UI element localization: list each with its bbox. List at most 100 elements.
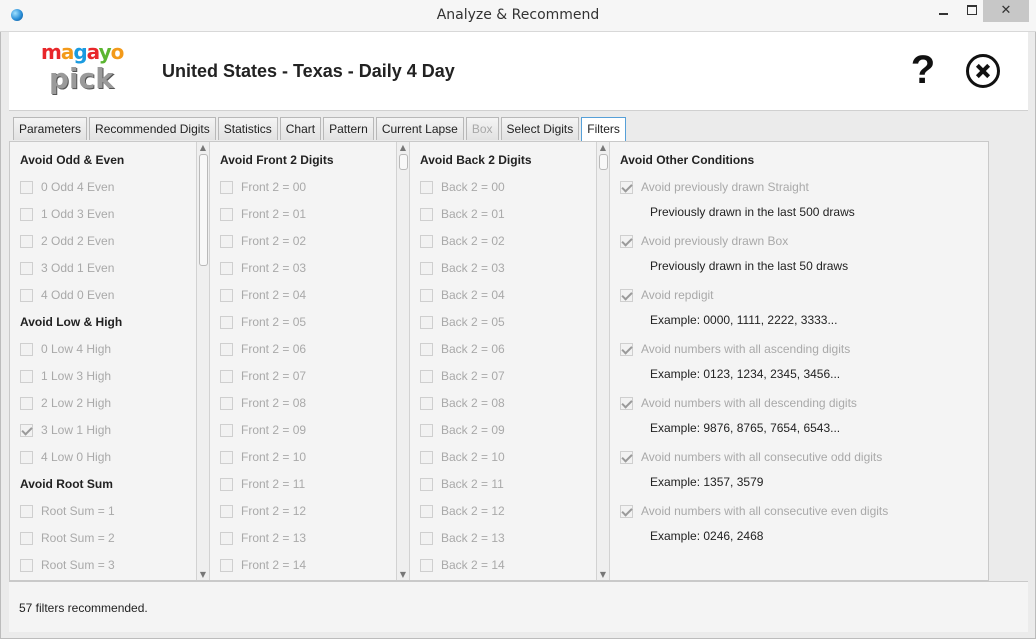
- scroll-down-icon[interactable]: ▼: [599, 570, 607, 579]
- checkbox[interactable]: [420, 369, 433, 383]
- tab-select-digits[interactable]: Select Digits: [500, 117, 580, 140]
- scroll-thumb[interactable]: [599, 154, 608, 170]
- title-bar[interactable]: Analyze & Recommend ✕: [0, 0, 1036, 32]
- checkbox[interactable]: [220, 342, 233, 356]
- checkbox[interactable]: [220, 369, 233, 383]
- tab-current-lapse[interactable]: Current Lapse: [375, 117, 464, 140]
- checkbox[interactable]: [220, 396, 233, 410]
- checkbox[interactable]: [20, 234, 33, 248]
- digit-filter-checkbox[interactable]: Front 2 = 00: [220, 179, 306, 195]
- digit-filter-checkbox[interactable]: Front 2 = 09: [220, 422, 306, 438]
- checkbox[interactable]: [420, 288, 433, 302]
- filter-checkbox[interactable]: Root Sum = 3: [20, 557, 115, 573]
- checkbox[interactable]: [420, 558, 433, 572]
- digit-filter-checkbox[interactable]: Back 2 = 12: [420, 503, 505, 519]
- tab-parameters[interactable]: Parameters: [13, 117, 88, 140]
- scrollbar-front-2[interactable]: ▲ ▼: [396, 142, 410, 580]
- scrollbar-odd-even[interactable]: ▲ ▼: [196, 142, 210, 580]
- scroll-thumb[interactable]: [399, 154, 408, 170]
- checkbox[interactable]: [420, 396, 433, 410]
- filter-checkbox[interactable]: 4 Low 0 High: [20, 449, 111, 465]
- digit-filter-checkbox[interactable]: Front 2 = 04: [220, 287, 306, 303]
- checkbox[interactable]: [420, 504, 433, 518]
- checkbox[interactable]: [20, 504, 33, 518]
- checkbox[interactable]: [20, 180, 33, 194]
- checkbox[interactable]: [420, 207, 433, 221]
- condition-checkbox[interactable]: Avoid repdigit: [620, 287, 714, 303]
- condition-checkbox[interactable]: Avoid numbers with all descending digits: [620, 395, 857, 411]
- checkbox[interactable]: [220, 558, 233, 572]
- tab-chart[interactable]: Chart: [279, 117, 322, 140]
- checkbox[interactable]: [220, 450, 233, 464]
- digit-filter-checkbox[interactable]: Back 2 = 00: [420, 179, 505, 195]
- tab-recommended-digits[interactable]: Recommended Digits: [89, 117, 216, 140]
- digit-filter-checkbox[interactable]: Front 2 = 06: [220, 341, 306, 357]
- checkbox[interactable]: [20, 558, 33, 572]
- checkbox[interactable]: [20, 369, 33, 383]
- digit-filter-checkbox[interactable]: Back 2 = 01: [420, 206, 505, 222]
- checkbox[interactable]: [420, 423, 433, 437]
- checkbox[interactable]: [220, 315, 233, 329]
- filter-checkbox[interactable]: 2 Low 2 High: [20, 395, 111, 411]
- condition-checkbox[interactable]: Avoid numbers with all ascending digits: [620, 341, 850, 357]
- scrollbar-back-2[interactable]: ▲ ▼: [596, 142, 610, 580]
- digit-filter-checkbox[interactable]: Back 2 = 08: [420, 395, 505, 411]
- checkbox[interactable]: [420, 261, 433, 275]
- digit-filter-checkbox[interactable]: Back 2 = 04: [420, 287, 505, 303]
- filter-checkbox[interactable]: 1 Low 3 High: [20, 368, 111, 384]
- filter-checkbox[interactable]: 4 Odd 0 Even: [20, 287, 114, 303]
- digit-filter-checkbox[interactable]: Front 2 = 07: [220, 368, 306, 384]
- digit-filter-checkbox[interactable]: Front 2 = 13: [220, 530, 306, 546]
- checkbox[interactable]: [220, 477, 233, 491]
- filter-checkbox[interactable]: 3 Odd 1 Even: [20, 260, 114, 276]
- filter-checkbox[interactable]: 2 Odd 2 Even: [20, 233, 114, 249]
- digit-filter-checkbox[interactable]: Back 2 = 14: [420, 557, 505, 573]
- filter-checkbox[interactable]: 3 Low 1 High: [20, 422, 111, 438]
- scroll-up-icon[interactable]: ▲: [599, 143, 607, 152]
- checkbox[interactable]: [620, 234, 633, 248]
- filter-checkbox[interactable]: Root Sum = 2: [20, 530, 115, 546]
- checkbox[interactable]: [20, 450, 33, 464]
- condition-checkbox[interactable]: Avoid numbers with all consecutive even …: [620, 503, 888, 519]
- checkbox[interactable]: [20, 531, 33, 545]
- checkbox[interactable]: [420, 477, 433, 491]
- digit-filter-checkbox[interactable]: Back 2 = 07: [420, 368, 505, 384]
- filter-checkbox[interactable]: 1 Odd 3 Even: [20, 206, 114, 222]
- help-button[interactable]: ?: [906, 48, 940, 92]
- digit-filter-checkbox[interactable]: Front 2 = 03: [220, 260, 306, 276]
- checkbox[interactable]: [220, 531, 233, 545]
- scroll-down-icon[interactable]: ▼: [399, 570, 407, 579]
- checkbox[interactable]: [620, 180, 633, 194]
- condition-checkbox[interactable]: Avoid numbers with all consecutive odd d…: [620, 449, 882, 465]
- condition-checkbox[interactable]: Avoid previously drawn Box: [620, 233, 788, 249]
- checkbox[interactable]: [620, 396, 633, 410]
- digit-filter-checkbox[interactable]: Front 2 = 11: [220, 476, 305, 492]
- checkbox[interactable]: [220, 207, 233, 221]
- minimize-button[interactable]: [930, 0, 958, 22]
- digit-filter-checkbox[interactable]: Back 2 = 10: [420, 449, 505, 465]
- filter-checkbox[interactable]: Root Sum = 1: [20, 503, 115, 519]
- close-window-button[interactable]: ✕: [983, 0, 1029, 22]
- checkbox[interactable]: [220, 234, 233, 248]
- checkbox[interactable]: [220, 423, 233, 437]
- checkbox[interactable]: [20, 423, 33, 437]
- scroll-down-icon[interactable]: ▼: [199, 570, 207, 579]
- checkbox[interactable]: [420, 450, 433, 464]
- digit-filter-checkbox[interactable]: Front 2 = 01: [220, 206, 306, 222]
- checkbox[interactable]: [620, 342, 633, 356]
- checkbox[interactable]: [420, 531, 433, 545]
- digit-filter-checkbox[interactable]: Back 2 = 05: [420, 314, 505, 330]
- scroll-up-icon[interactable]: ▲: [399, 143, 407, 152]
- digit-filter-checkbox[interactable]: Back 2 = 09: [420, 422, 505, 438]
- checkbox[interactable]: [420, 342, 433, 356]
- digit-filter-checkbox[interactable]: Front 2 = 08: [220, 395, 306, 411]
- checkbox[interactable]: [220, 288, 233, 302]
- scroll-up-icon[interactable]: ▲: [199, 143, 207, 152]
- checkbox[interactable]: [220, 504, 233, 518]
- digit-filter-checkbox[interactable]: Front 2 = 05: [220, 314, 306, 330]
- condition-checkbox[interactable]: Avoid previously drawn Straight: [620, 179, 809, 195]
- digit-filter-checkbox[interactable]: Front 2 = 10: [220, 449, 306, 465]
- digit-filter-checkbox[interactable]: Front 2 = 02: [220, 233, 306, 249]
- tab-statistics[interactable]: Statistics: [217, 117, 278, 140]
- checkbox[interactable]: [220, 261, 233, 275]
